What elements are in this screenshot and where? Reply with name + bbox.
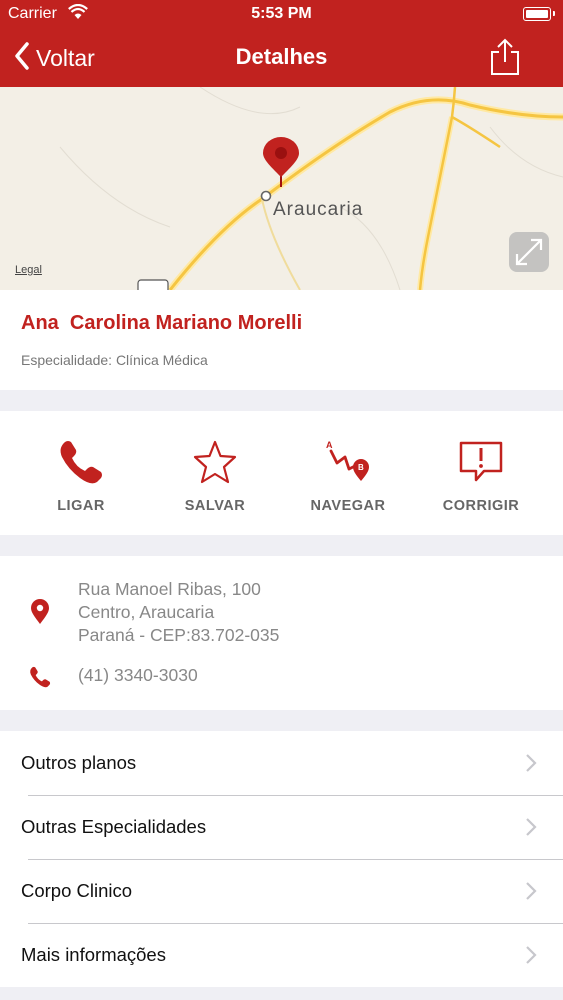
list-item-label: Outras Especialidades xyxy=(21,816,207,837)
location-map[interactable]: Araucaria Legal xyxy=(0,87,563,290)
list-item-outros-planos[interactable]: Outros planos xyxy=(0,731,563,794)
report-button-label: CORRIGIR xyxy=(442,498,520,514)
save-button-label: SALVAR xyxy=(184,498,246,514)
address-line-2: Centro, Araucaria xyxy=(78,602,215,622)
battery-tip xyxy=(553,11,555,16)
list-item-mais-informacoes[interactable]: Mais informações xyxy=(0,923,563,986)
chevron-right-icon xyxy=(525,817,537,842)
status-bar: Carrier 5:53 PM xyxy=(0,0,563,30)
options-list: Outros planos Outras Especialidades Corp… xyxy=(0,731,563,987)
chevron-right-icon xyxy=(525,945,537,970)
call-button-label: LIGAR xyxy=(57,498,105,514)
status-time: 5:53 PM xyxy=(251,5,312,22)
doctor-info-card: Ana Carolina Mariano Morelli Especialida… xyxy=(0,290,563,390)
doctor-name: Ana Carolina Mariano Morelli xyxy=(21,312,303,334)
location-pin-icon xyxy=(31,599,49,630)
list-item-outras-especialidades[interactable]: Outras Especialidades xyxy=(0,795,563,858)
phone-icon xyxy=(56,437,106,487)
navigate-button-label: NAVEGAR xyxy=(310,498,386,514)
list-item-label: Mais informações xyxy=(21,944,166,965)
address-block[interactable]: Rua Manoel Ribas, 100 Centro, Araucaria … xyxy=(78,578,279,647)
navigate-button[interactable]: A B NAVEGAR xyxy=(278,411,418,535)
address-line-3: Paraná - CEP:83.702-035 xyxy=(78,625,280,645)
svg-text:B: B xyxy=(358,463,364,472)
contact-card: Rua Manoel Ribas, 100 Centro, Araucaria … xyxy=(0,556,563,710)
chevron-left-icon xyxy=(14,41,30,75)
save-button[interactable]: SALVAR xyxy=(145,411,285,535)
chevron-right-icon xyxy=(525,881,537,906)
chevron-right-icon xyxy=(525,753,537,778)
back-button[interactable]: Voltar xyxy=(14,40,95,76)
report-button[interactable]: CORRIGIR xyxy=(411,411,551,535)
share-icon[interactable] xyxy=(489,38,521,76)
list-item-label: Corpo Clinico xyxy=(21,880,133,901)
list-item-label: Outros planos xyxy=(21,752,137,773)
address-line-1: Rua Manoel Ribas, 100 xyxy=(78,579,261,599)
phone-small-icon xyxy=(28,665,52,694)
map-pin-icon[interactable] xyxy=(263,137,299,194)
action-bar: LIGAR SALVAR A B NAVEGAR CORRIGIR xyxy=(0,411,563,535)
navigation-bar: Voltar Detalhes xyxy=(0,30,563,87)
alert-bubble-icon xyxy=(456,437,506,487)
list-item-corpo-clinico[interactable]: Corpo Clinico xyxy=(0,859,563,922)
route-icon: A B xyxy=(323,437,373,487)
map-city-label: Araucaria xyxy=(273,199,364,220)
phone-number[interactable]: (41) 3340-3030 xyxy=(78,665,198,686)
map-legal-link[interactable]: Legal xyxy=(15,264,42,276)
back-button-label: Voltar xyxy=(36,44,95,71)
star-icon xyxy=(190,437,240,487)
battery-icon xyxy=(523,7,551,21)
svg-text:A: A xyxy=(326,440,333,450)
expand-map-icon[interactable] xyxy=(509,232,549,272)
doctor-specialty: Especialidade: Clínica Médica xyxy=(21,352,208,368)
call-button[interactable]: LIGAR xyxy=(11,411,151,535)
